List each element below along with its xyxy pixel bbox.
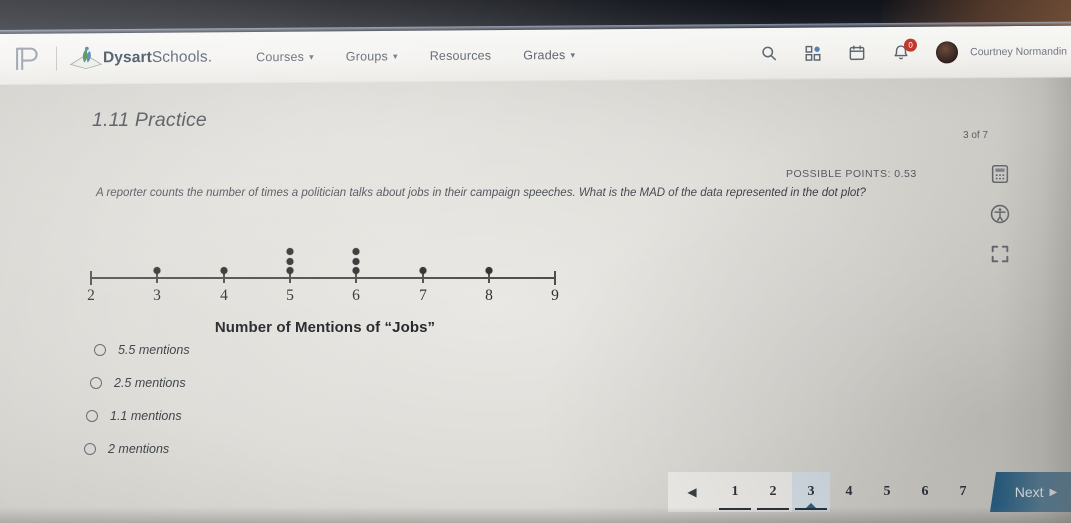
right-arrow-icon: ▶	[1049, 486, 1058, 498]
next-button-label: Next	[1014, 484, 1044, 500]
page-button-1[interactable]: 1	[716, 472, 754, 512]
radio-button[interactable]	[90, 376, 102, 389]
radio-button[interactable]	[94, 343, 106, 356]
axis-tick-label-8: 8	[485, 287, 493, 304]
radio-button[interactable]	[86, 409, 98, 422]
answer-option-4-label: 2 mentions	[108, 441, 170, 456]
apps-grid-icon[interactable]	[804, 44, 822, 62]
avatar[interactable]	[936, 40, 959, 63]
axis-tick-label-3: 3	[153, 287, 161, 304]
chevron-down-icon: ▾	[392, 51, 398, 62]
axis-tick-4	[223, 273, 225, 283]
dot-plot-dot	[153, 267, 161, 274]
chevron-down-icon: ▾	[570, 49, 576, 61]
answer-option-2[interactable]: 2.5 mentions	[84, 366, 504, 399]
answer-option-1-label: 5.5 mentions	[118, 342, 190, 357]
axis-cap-left	[90, 271, 92, 285]
answer-option-1[interactable]: 5.5 mentions	[84, 333, 504, 366]
nav-item-grades-label: Grades	[523, 47, 566, 62]
brand-light: Schools.	[151, 48, 213, 66]
answer-option-3[interactable]: 1.1 mentions	[84, 399, 504, 432]
username-label[interactable]: Courtney Normandin	[970, 45, 1067, 58]
dot-plot-dot	[485, 267, 493, 274]
nav-item-courses[interactable]: Courses ▾	[256, 49, 314, 63]
axis-cap-right	[554, 271, 556, 285]
header-actions: 0 Courtney Normandin	[760, 38, 1071, 64]
page-button-3[interactable]: 3	[792, 472, 830, 512]
axis-tick-label-6: 6	[352, 287, 360, 304]
axis-tick-label-2: 2	[87, 287, 95, 304]
axis-tick-5	[289, 273, 291, 283]
nav-links: Courses ▾ Groups ▾ Resources Grades ▾	[256, 47, 576, 64]
dot-plot-dot	[286, 267, 294, 274]
notifications-button[interactable]: 0	[892, 38, 918, 61]
page-button-6[interactable]: 6	[906, 472, 944, 512]
axis-tick-8	[488, 273, 490, 283]
top-navigation-bar: DysartSchools. Courses ▾ Groups ▾ Resour…	[0, 25, 1071, 85]
answer-option-2-label: 2.5 mentions	[114, 375, 186, 390]
answer-option-4[interactable]: 2 mentions	[84, 432, 504, 465]
axis-tick-label-9: 9	[551, 287, 559, 304]
accessibility-icon[interactable]	[989, 203, 1011, 225]
nav-item-courses-label: Courses	[256, 49, 305, 64]
powerschool-logo[interactable]	[12, 44, 46, 72]
brand-bold: Dysart	[103, 48, 152, 66]
answer-option-3-label: 1.1 mentions	[110, 408, 182, 423]
page-button-7[interactable]: 7	[944, 472, 982, 512]
screenshot-root: DysartSchools. Courses ▾ Groups ▾ Resour…	[0, 0, 1071, 523]
axis-tick-label-5: 5	[286, 287, 294, 304]
assignment-page: 1.11 Practice 3 of 7 POSSIBLE POINTS: 0.…	[0, 85, 1071, 523]
brand-title: DysartSchools.	[103, 48, 212, 67]
axis-tick-7	[422, 273, 424, 283]
dysart-schools-crest	[69, 46, 103, 69]
fullscreen-expand-icon[interactable]	[989, 243, 1011, 265]
radio-button[interactable]	[84, 442, 96, 455]
axis-tick-3	[156, 273, 158, 283]
dot-plot-dot	[352, 248, 360, 255]
next-button[interactable]: Next ▶	[990, 472, 1071, 512]
page-title: 1.11 Practice	[92, 109, 207, 131]
page-button-2[interactable]: 2	[754, 472, 792, 512]
nav-item-resources[interactable]: Resources	[430, 48, 492, 62]
search-icon[interactable]	[760, 44, 778, 62]
axis-tick-label-4: 4	[220, 287, 228, 304]
dot-plot-dot	[419, 267, 426, 274]
tool-rail	[982, 163, 1018, 265]
nav-item-grades[interactable]: Grades ▾	[523, 47, 576, 62]
calculator-icon[interactable]	[989, 163, 1011, 185]
possible-points-label: POSSIBLE POINTS: 0.53	[786, 168, 917, 180]
dot-plot-axis-line	[90, 277, 556, 279]
nav-item-resources-label: Resources	[429, 48, 492, 63]
nav-item-groups-label: Groups	[345, 48, 388, 64]
nav-item-groups[interactable]: Groups ▾	[346, 49, 398, 63]
axis-tick-label-7: 7	[419, 287, 427, 304]
notification-badge: 0	[904, 38, 918, 52]
chevron-down-icon: ▾	[309, 51, 314, 62]
axis-tick-6	[355, 273, 357, 283]
previous-question-button[interactable]: ◀	[668, 472, 716, 512]
page-button-4[interactable]: 4	[830, 472, 868, 512]
dot-plot-dot	[286, 248, 294, 255]
calendar-icon[interactable]	[848, 43, 866, 61]
dot-plot-dot	[220, 267, 228, 274]
question-progress-counter: 3 of 7	[963, 130, 989, 141]
page-button-5[interactable]: 5	[868, 472, 906, 512]
dot-plot-dot	[352, 257, 360, 265]
question-prompt: A reporter counts the number of times a …	[96, 187, 866, 199]
dot-plot-dot	[352, 267, 360, 274]
header-divider	[56, 46, 57, 71]
dot-plot-figure: 2 3 4 5 6 7 8 9 Number of Mentions of “J…	[80, 231, 570, 336]
question-pagination: ◀ 1 2 3 4 5 6 7 Next ▶	[668, 472, 1071, 512]
left-arrow-icon: ◀	[687, 485, 697, 499]
answer-options: 5.5 mentions 2.5 mentions 1.1 mentions 2…	[84, 333, 504, 465]
dot-plot-dot	[286, 257, 294, 265]
